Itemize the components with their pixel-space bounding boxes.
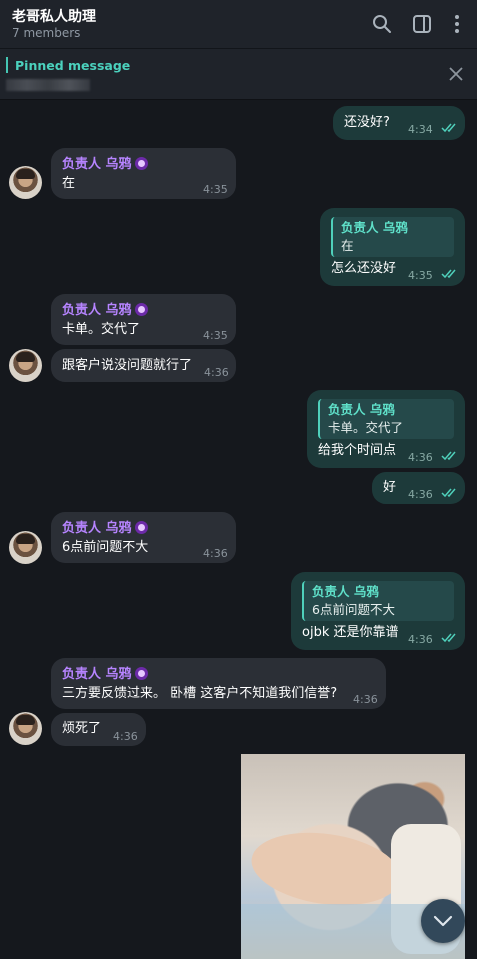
reply-text: 卡单。交代了: [328, 420, 404, 435]
sidebar-toggle-icon[interactable]: [410, 12, 434, 36]
reply-quote[interactable]: 负责人 乌鸦 6点前问题不大: [302, 581, 454, 621]
pinned-label: Pinned message: [15, 58, 131, 73]
message-outgoing[interactable]: 还没好? 4:34: [333, 106, 465, 140]
message-time: 4:35: [203, 329, 228, 342]
message-text: 给我个时间点: [318, 443, 397, 458]
message-text: 在: [62, 176, 76, 191]
chevron-down-icon: [433, 915, 453, 927]
premium-badge-icon: [134, 521, 148, 534]
message-time: 4:36: [203, 547, 228, 560]
message-outgoing-reply[interactable]: 负责人 乌鸦 在 怎么还没好 4:35: [320, 208, 465, 286]
message-time: 4:36: [408, 451, 433, 464]
message-incoming[interactable]: 负责人 乌鸦 6点前问题不大 4:36: [51, 512, 236, 563]
reply-sender: 负责人 乌鸦: [328, 402, 395, 417]
read-receipt-icon: [441, 123, 456, 133]
avatar[interactable]: [9, 349, 42, 382]
message-text: 三方要反馈过来。 卧槽 这客户不知道我们信誉?: [62, 686, 338, 701]
avatar[interactable]: [9, 712, 42, 745]
member-count[interactable]: 7 members: [12, 26, 80, 40]
sender-name[interactable]: 负责人 乌鸦: [62, 666, 148, 684]
message-text: 6点前问题不大: [62, 540, 149, 555]
message-incoming[interactable]: 负责人 乌鸦 三方要反馈过来。 卧槽 这客户不知道我们信誉? 4:36: [51, 658, 386, 709]
message-time: 4:36: [204, 366, 229, 379]
message-text: 烦死了: [62, 721, 102, 736]
reply-quote[interactable]: 负责人 乌鸦 在: [331, 217, 454, 257]
chat-header[interactable]: 老哥私人助理 7 members: [0, 0, 477, 49]
message-text: 跟客户说没问题就行了: [62, 358, 193, 373]
reply-sender: 负责人 乌鸦: [312, 584, 379, 599]
message-text: 怎么还没好: [331, 261, 397, 276]
premium-badge-icon: [134, 303, 148, 316]
reply-text: 6点前问题不大: [312, 602, 395, 617]
message-outgoing-reply[interactable]: 负责人 乌鸦 6点前问题不大 ojbk 还是你靠谱 4:36: [291, 572, 465, 650]
message-text: 卡单。交代了: [62, 322, 141, 337]
message-time: 4:36: [408, 633, 433, 646]
sender-name[interactable]: 负责人 乌鸦: [62, 520, 148, 538]
message-incoming[interactable]: 负责人 乌鸦 卡单。交代了 4:35: [51, 294, 236, 345]
message-text: ojbk 还是你靠谱: [302, 625, 399, 640]
sender-name[interactable]: 负责人 乌鸦: [62, 302, 148, 320]
read-receipt-icon: [441, 633, 456, 643]
message-text: 好: [383, 480, 397, 495]
sender-name[interactable]: 负责人 乌鸦: [62, 156, 148, 174]
reply-text: 在: [341, 238, 354, 253]
pinned-preview-blurred: [6, 79, 90, 91]
pinned-message-bar[interactable]: Pinned message: [0, 49, 477, 100]
search-icon[interactable]: [370, 12, 394, 36]
photo-subject: [246, 823, 406, 915]
message-text: 还没好?: [344, 115, 390, 130]
message-incoming[interactable]: 烦死了 4:36: [51, 713, 146, 746]
message-time: 4:36: [408, 488, 433, 501]
more-vertical-icon[interactable]: [445, 12, 469, 36]
reply-sender: 负责人 乌鸦: [341, 220, 408, 235]
chat-title[interactable]: 老哥私人助理: [12, 6, 96, 26]
message-time: 4:34: [408, 123, 433, 136]
reply-quote[interactable]: 负责人 乌鸦 卡单。交代了: [318, 399, 454, 439]
message-outgoing[interactable]: 好 4:36: [372, 472, 465, 504]
scroll-to-bottom-button[interactable]: [421, 899, 465, 943]
close-icon[interactable]: [447, 65, 465, 83]
read-receipt-icon: [441, 488, 456, 498]
pinned-accent-bar: [6, 57, 8, 73]
message-time: 4:35: [408, 269, 433, 282]
premium-badge-icon: [134, 157, 148, 170]
avatar[interactable]: [9, 166, 42, 199]
message-time: 4:35: [203, 183, 228, 196]
message-list[interactable]: 还没好? 4:34 负责人 乌鸦 在 4:35 负责人 乌鸦 在 怎么还没好 4…: [0, 100, 477, 959]
premium-badge-icon: [134, 667, 148, 680]
avatar[interactable]: [9, 531, 42, 564]
message-incoming[interactable]: 负责人 乌鸦 在 4:35: [51, 148, 236, 199]
read-receipt-icon: [441, 451, 456, 461]
message-time: 4:36: [113, 730, 138, 743]
message-outgoing-reply[interactable]: 负责人 乌鸦 卡单。交代了 给我个时间点 4:36: [307, 390, 465, 468]
message-incoming[interactable]: 跟客户说没问题就行了 4:36: [51, 349, 236, 382]
read-receipt-icon: [441, 269, 456, 279]
message-time: 4:36: [353, 693, 378, 706]
